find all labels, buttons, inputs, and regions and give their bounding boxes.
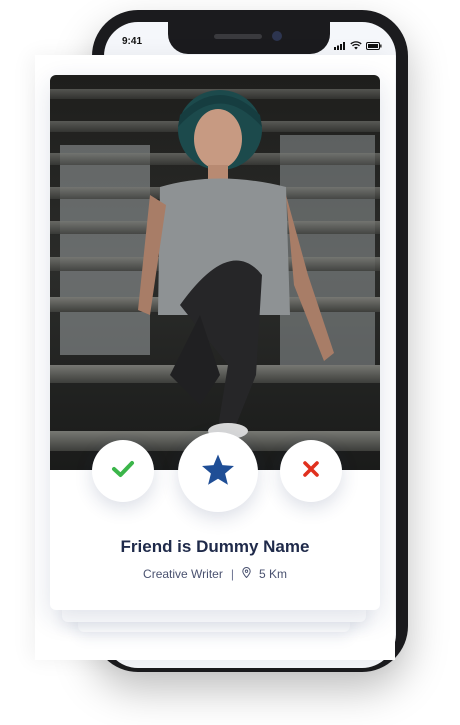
- phone-notch: [168, 14, 330, 54]
- battery-icon: [366, 37, 382, 55]
- location-pin-icon: [242, 567, 251, 581]
- profile-occupation: Creative Writer: [143, 567, 223, 581]
- dislike-button[interactable]: [280, 440, 342, 502]
- cellular-signal-icon: [334, 37, 346, 55]
- check-icon: [111, 459, 135, 484]
- close-icon: [302, 460, 320, 483]
- favorite-button[interactable]: [178, 432, 258, 512]
- profile-meta: Creative Writer | 5 Km: [50, 567, 380, 581]
- like-button[interactable]: [92, 440, 154, 502]
- profile-name: Friend is Dummy Name: [120, 537, 310, 556]
- front-camera: [272, 31, 282, 41]
- status-time: 9:41: [122, 36, 143, 47]
- status-icons: [334, 37, 382, 55]
- profile-distance: 5 Km: [258, 567, 287, 581]
- wifi-icon: [350, 37, 362, 55]
- meta-separator: |: [230, 567, 234, 581]
- profile-photo: [50, 75, 380, 470]
- speaker-grille: [214, 34, 262, 39]
- profile-card[interactable]: [50, 75, 380, 610]
- star-icon: [200, 453, 236, 492]
